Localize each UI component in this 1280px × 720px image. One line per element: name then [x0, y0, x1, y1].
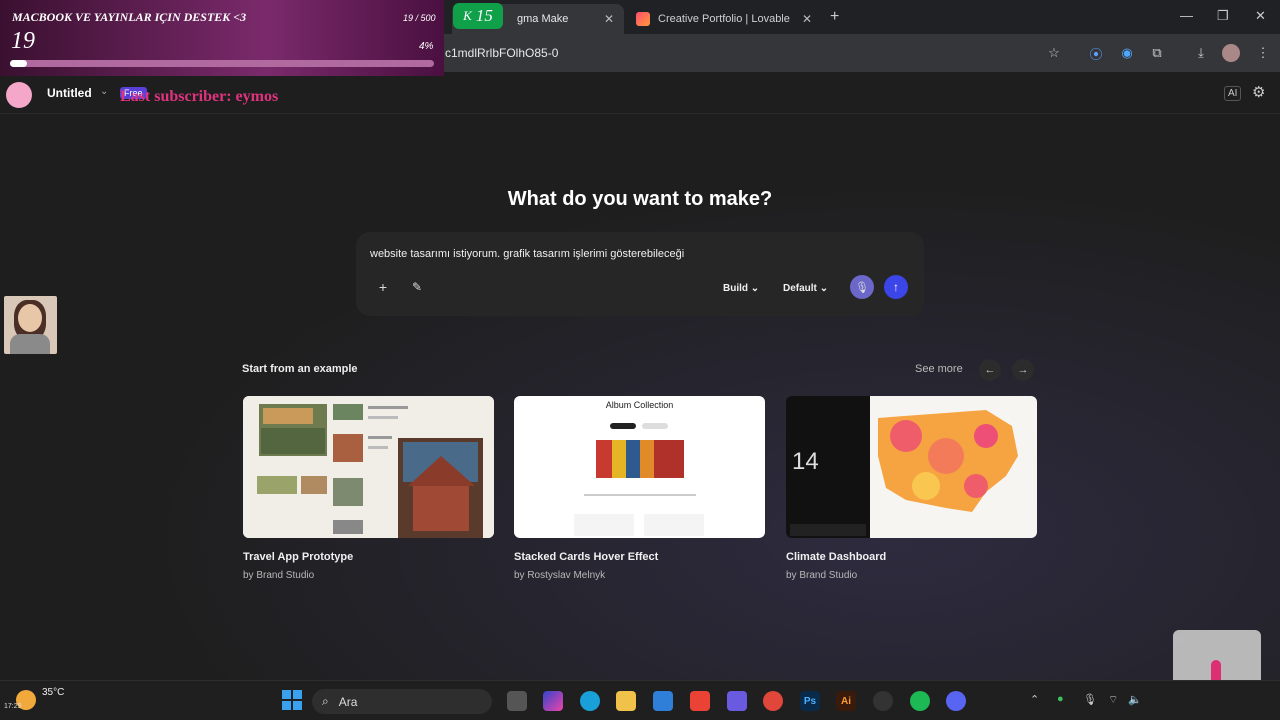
example-author: by Brand Studio — [786, 570, 858, 581]
volume-icon[interactable]: 🔈 — [1128, 693, 1142, 706]
mode-dropdown[interactable]: Build ⌄ — [723, 283, 759, 294]
gear-icon[interactable]: ⚙ — [1252, 83, 1265, 101]
microphone-icon[interactable]: 🎙 — [850, 275, 874, 299]
goal-title: MACBOOK VE YAYINLAR IÇIN DESTEK <3 — [12, 10, 247, 24]
kick-follower-badge: K 15 — [453, 3, 503, 29]
example-card-climate[interactable]: 14 — [786, 396, 1037, 538]
status-dot-icon[interactable]: ● — [1057, 693, 1064, 705]
chevron-up-icon[interactable]: ⌃ — [1030, 693, 1039, 706]
discord-icon[interactable] — [946, 691, 966, 711]
example-title[interactable]: Travel App Prototype — [243, 551, 353, 563]
read-aloud-icon[interactable]: ⦿ — [1087, 44, 1105, 62]
taskbar-search[interactable]: ⌕ Ara — [312, 689, 492, 714]
goal-progress-bar — [10, 60, 434, 67]
search-label: Ara — [338, 694, 358, 709]
webcam-face — [18, 304, 42, 332]
app-header: Untitled ⌄ Free Last subscriber: eymos A… — [0, 72, 1280, 114]
send-arrow-icon[interactable]: ↑ — [884, 275, 908, 299]
file-explorer-icon[interactable] — [616, 691, 636, 711]
edge-icon[interactable] — [580, 691, 600, 711]
clock-overlay: 17:29 — [4, 703, 22, 710]
goal-fraction: 19 / 500 — [403, 13, 436, 23]
close-tab-icon[interactable]: ✕ — [604, 12, 614, 26]
climate-map-thumbnail — [790, 396, 1037, 538]
main-area: What do you want to make? website tasarı… — [0, 114, 1280, 680]
example-author: by Rostyslav Melnyk — [514, 570, 606, 581]
see-more-link[interactable]: See more — [915, 363, 963, 375]
chevron-down-icon[interactable]: ⌄ — [100, 86, 108, 97]
model-label: Default — [783, 283, 817, 294]
bookmark-star-icon[interactable]: ☆ — [1045, 44, 1063, 62]
tab-label: gma Make — [517, 13, 569, 25]
spotify-icon[interactable] — [910, 691, 930, 711]
goal-progress-fill — [10, 60, 27, 67]
arrow-right-icon[interactable]: → — [1012, 359, 1034, 381]
temperature[interactable]: 35°C — [42, 687, 64, 698]
example-title[interactable]: Climate Dashboard — [786, 551, 886, 563]
wifi-icon[interactable]: ⌔ — [1108, 693, 1118, 707]
prompt-box: website tasarımı istiyorum. grafik tasar… — [356, 232, 924, 316]
file-name[interactable]: Untitled — [47, 86, 92, 100]
close-window-icon[interactable]: ✕ — [1255, 8, 1266, 24]
tab-label: Creative Portfolio | Lovable — [658, 13, 790, 25]
donation-goal-overlay: MACBOOK VE YAYINLAR IÇIN DESTEK <3 19 19… — [0, 0, 444, 76]
lovable-favicon-icon — [636, 12, 650, 26]
last-subscriber-overlay: Last subscriber: eymos — [120, 88, 279, 105]
add-attachment-icon[interactable]: + — [371, 275, 395, 299]
mode-label: Build — [723, 283, 748, 294]
chevron-down-icon: ⌄ — [750, 283, 760, 294]
copilot-icon[interactable] — [543, 691, 563, 711]
kick-logo-icon: K — [463, 8, 472, 23]
url-field[interactable]: c1mdlRrlbFOlhO85-0 — [445, 46, 558, 60]
goal-percent: 4% — [419, 41, 434, 52]
new-tab-icon[interactable]: + — [830, 8, 839, 26]
example-card-stacked[interactable]: Album Collection — [514, 396, 765, 538]
tab-creative-portfolio[interactable]: Creative Portfolio | Lovable ✕ — [626, 4, 822, 34]
webcam-overlay — [4, 296, 57, 354]
badge-count: 15 — [475, 6, 493, 25]
example-author: by Brand Studio — [243, 570, 315, 581]
ai-button[interactable]: AI — [1224, 86, 1242, 101]
task-view-icon[interactable] — [507, 691, 527, 711]
kirby-avatar[interactable] — [6, 82, 32, 108]
travel-thumbnail — [243, 396, 494, 538]
arrow-left-icon[interactable]: ← — [979, 359, 1001, 381]
extensions-icon[interactable]: ⧉ — [1148, 44, 1166, 62]
download-icon[interactable]: ⤓ — [1192, 44, 1210, 62]
windows-start-icon[interactable] — [282, 690, 302, 710]
minimize-icon[interactable]: — — [1180, 8, 1193, 23]
chrome-icon[interactable] — [763, 691, 783, 711]
gmail-icon[interactable] — [690, 691, 710, 711]
illustrator-icon[interactable]: Ai — [836, 691, 856, 711]
album-thumbnail — [574, 423, 704, 536]
magic-wand-icon[interactable]: ✎ — [405, 275, 429, 299]
example-card-travel[interactable] — [243, 396, 494, 538]
example-title[interactable]: Stacked Cards Hover Effect — [514, 551, 658, 563]
shazam-extension-icon[interactable]: ◉ — [1118, 44, 1136, 62]
browser-menu-icon[interactable]: ⋮ — [1254, 44, 1272, 62]
restore-icon[interactable]: ❐ — [1217, 8, 1229, 24]
openai-icon[interactable] — [873, 691, 893, 711]
photoshop-icon[interactable]: Ps — [800, 691, 820, 711]
chevron-down-icon: ⌄ — [819, 283, 829, 294]
profile-avatar[interactable] — [1222, 44, 1240, 62]
goal-count: 19 — [11, 28, 35, 54]
examples-section-title: Start from an example — [242, 363, 358, 375]
close-tab-icon[interactable]: ✕ — [802, 12, 812, 26]
search-icon: ⌕ — [322, 694, 329, 708]
prompt-input[interactable]: website tasarımı istiyorum. grafik tasar… — [370, 248, 684, 260]
microphone-tray-icon[interactable]: 🎙 — [1083, 693, 1097, 706]
taskbar: 35°C 17:29 ⌕ Ara Ps Ai ⌃ ● 🎙 ⌔ 🔈 — [0, 680, 1280, 720]
mail-icon[interactable] — [653, 691, 673, 711]
page-title: What do you want to make? — [507, 188, 773, 210]
clipchamp-icon[interactable] — [727, 691, 747, 711]
webcam-body — [10, 334, 50, 354]
model-dropdown[interactable]: Default ⌄ — [783, 283, 828, 294]
